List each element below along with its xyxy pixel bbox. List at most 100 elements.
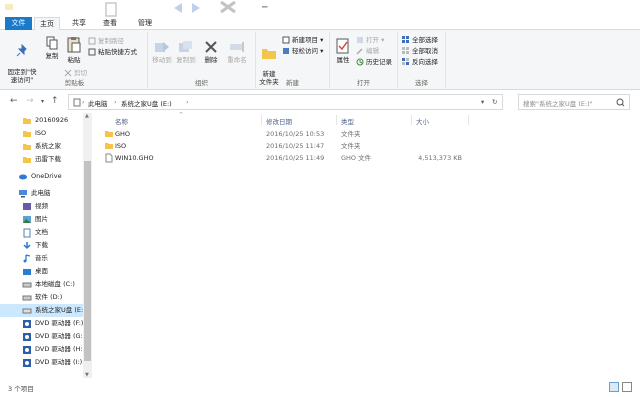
edit-button[interactable]: 编辑 — [356, 47, 379, 55]
easy-access-label: 轻松访问 — [292, 47, 318, 55]
copy-path-button[interactable]: 复制路径 — [88, 37, 124, 45]
nav-item[interactable]: 图片 — [0, 213, 86, 226]
drive-icon — [22, 295, 32, 301]
file-name: GHO — [115, 130, 131, 138]
tab-file[interactable]: 文件 — [5, 17, 32, 30]
nav-item[interactable]: 下载 — [0, 239, 86, 252]
file-row[interactable]: ISO 2016/10/25 11:47 文件夹 — [98, 140, 468, 152]
copy-to-button[interactable]: 复制到 — [175, 40, 197, 64]
file-date: 2016/10/25 11:49 — [266, 154, 325, 162]
history-icon — [356, 58, 364, 66]
rename-button[interactable]: 重命名 — [225, 40, 249, 64]
nav-item[interactable]: ISO — [0, 127, 86, 140]
paste-button[interactable]: 粘贴 — [64, 36, 84, 64]
nav-item[interactable]: 本地磁盘 (C:) — [0, 278, 86, 291]
column-separator[interactable] — [468, 115, 469, 125]
tab-view[interactable]: 查看 — [97, 17, 123, 30]
delete-button[interactable]: 删除 — [200, 40, 222, 64]
refresh-icon[interactable]: ↻ — [492, 98, 497, 106]
nav-item[interactable]: 迅雷下载 — [0, 153, 86, 166]
nav-item-label: 音乐 — [35, 254, 48, 262]
open-label: 打开 — [366, 36, 379, 44]
address-dropdown-icon[interactable]: ▾ — [481, 98, 484, 106]
nav-item[interactable]: 20160926 — [0, 114, 86, 127]
easy-access-icon — [283, 48, 289, 54]
nav-item-label: DVD 驱动器 (G:) — [35, 332, 86, 340]
folder-icon — [23, 144, 31, 150]
tab-manage[interactable]: 管理 — [130, 17, 160, 30]
scroll-up-icon[interactable]: ▲ — [85, 113, 89, 119]
delete-x-icon — [205, 41, 217, 53]
breadcrumb-this-pc[interactable]: 此电脑 — [88, 98, 108, 108]
nav-item[interactable]: 此电脑 — [0, 187, 86, 200]
minimize-icon[interactable]: ─ — [262, 3, 267, 13]
nav-item[interactable]: DVD 驱动器 (I:) — [0, 356, 86, 369]
properties-icon — [336, 38, 349, 54]
column-header-type[interactable]: 类型 — [341, 116, 354, 126]
cloud-icon — [19, 174, 27, 180]
nav-item[interactable]: DVD 驱动器 (G:) — [0, 330, 86, 343]
paste-shortcut-label: 粘贴快捷方式 — [98, 48, 137, 56]
nav-item-label: 视频 — [35, 202, 48, 210]
address-field[interactable]: › 此电脑 › 系统之家U盘 (E:) › ▾ ↻ — [68, 94, 503, 110]
column-separator[interactable] — [261, 115, 262, 125]
sort-up-icon: ^ — [179, 112, 184, 118]
invert-selection-icon — [402, 58, 409, 65]
column-separator[interactable] — [336, 115, 337, 125]
nav-item[interactable]: DVD 驱动器 (F:) — [0, 317, 86, 330]
nav-item-label: 图片 — [35, 215, 48, 223]
select-all-button[interactable]: 全部选择 — [402, 36, 438, 44]
file-row[interactable]: GHO 2016/10/25 10:53 文件夹 — [98, 128, 468, 140]
invert-selection-button[interactable]: 反向选择 — [402, 58, 438, 66]
file-row[interactable]: WIN10.GHO 2016/10/25 11:49 GHO 文件 4,513,373… — [98, 152, 468, 164]
nav-item[interactable]: 系统之家U盘 (E:) — [0, 304, 86, 317]
nav-item-label: 文档 — [35, 228, 48, 236]
nav-item[interactable]: 文档 — [0, 226, 86, 239]
nav-item[interactable]: 视频 — [0, 200, 86, 213]
paste-shortcut-icon — [88, 48, 96, 56]
nav-item[interactable]: 桌面 — [0, 265, 86, 278]
select-none-icon — [402, 47, 409, 54]
select-all-icon — [402, 36, 409, 43]
cut-button[interactable]: 剪切 — [64, 69, 87, 77]
large-icons-view-icon[interactable] — [622, 382, 632, 392]
column-header-name[interactable]: 名称 — [115, 116, 128, 126]
details-view-icon[interactable] — [609, 382, 619, 392]
new-item-button[interactable]: 新建项目 ▾ — [282, 36, 323, 44]
nav-item-label: 软件 (D:) — [35, 293, 63, 301]
usb-drive-icon — [22, 308, 32, 314]
breadcrumb-usb-drive[interactable]: 系统之家U盘 (E:) — [121, 98, 172, 108]
forward-arrow-icon[interactable]: → — [26, 96, 34, 106]
easy-access-button[interactable]: 轻松访问 ▾ — [282, 47, 323, 55]
paste-shortcut-button[interactable]: 粘贴快捷方式 — [88, 48, 137, 56]
open-button[interactable]: 打开 ▾ — [356, 36, 384, 44]
recent-locations-icon[interactable]: ▾ — [41, 98, 44, 105]
column-header-date[interactable]: 修改日期 — [266, 116, 292, 126]
nav-item-label: 系统之家 — [35, 142, 61, 150]
nav-item[interactable]: 音乐 — [0, 252, 86, 265]
column-separator[interactable] — [411, 115, 412, 125]
nav-scrollbar[interactable]: ▲ ▼ — [83, 113, 92, 378]
copy-button[interactable]: 复制 — [42, 36, 62, 60]
select-group-label: 选择 — [415, 79, 428, 87]
nav-item[interactable]: 软件 (D:) — [0, 291, 86, 304]
tab-share[interactable]: 共享 — [66, 17, 92, 30]
nav-item-label: 下载 — [35, 241, 48, 249]
paste-label: 粘贴 — [67, 56, 81, 64]
nav-scrollbar-thumb[interactable] — [84, 161, 91, 361]
column-header-size[interactable]: 大小 — [416, 116, 429, 126]
nav-item[interactable]: 系统之家 — [0, 140, 86, 153]
select-none-button[interactable]: 全部取消 — [402, 47, 438, 55]
close-x-icon — [220, 0, 236, 14]
move-to-button[interactable]: 移动到 — [151, 40, 173, 64]
properties-button[interactable]: 属性 — [333, 38, 353, 64]
tab-home[interactable]: 主页 — [34, 17, 60, 31]
nav-item[interactable]: OneDrive — [0, 170, 86, 183]
file-date: 2016/10/25 10:53 — [266, 130, 325, 138]
search-input[interactable]: 搜索"系统之家U盘 (E:)" — [518, 94, 630, 110]
nav-item-label: DVD 驱动器 (I:) — [35, 358, 83, 366]
nav-item[interactable]: DVD 驱动器 (H:) — [0, 343, 86, 356]
history-button[interactable]: 历史记录 — [356, 58, 392, 66]
up-arrow-icon[interactable]: ↑ — [51, 96, 59, 106]
back-arrow-icon[interactable]: ← — [10, 96, 18, 106]
